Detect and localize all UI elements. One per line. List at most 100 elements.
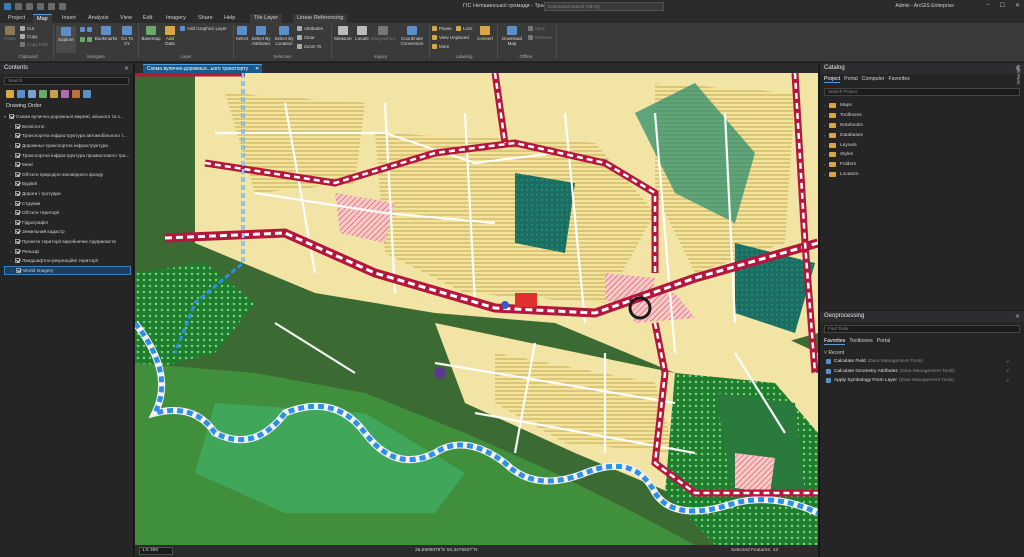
list-by-selection-icon[interactable] [28,90,36,98]
tab-toolboxes[interactable]: Toolboxes [849,338,872,345]
list-by-perspective-icon[interactable] [72,90,80,98]
tab-favorites[interactable]: Favorites [824,338,846,345]
pause-labeling-button[interactable]: Pause [432,26,452,32]
expand-chevron-icon[interactable]: › [10,210,14,215]
layer-visibility-checkbox[interactable] [15,239,20,245]
recent-tool[interactable]: Apply Symbology From Layer (Data Manageme… [820,376,1024,386]
close-button[interactable]: ✕ [1015,2,1020,9]
expand-chevron-icon[interactable]: › [10,124,14,129]
remove-button[interactable]: Remove [528,35,552,41]
expand-chevron-icon[interactable]: › [10,239,14,244]
add-graphics-layer-button[interactable]: Add Graphics Layer [180,26,227,32]
convert-labels-button[interactable]: Convert [476,26,494,41]
coordinate-conversion-button[interactable]: Coordinate Conversion [398,26,426,46]
tab-linear-referencing[interactable]: Linear Referencing [293,14,348,23]
tab-share[interactable]: Share [194,14,217,23]
basemap-button[interactable]: Basemap [141,26,161,41]
layer-visibility-checkbox[interactable] [15,200,20,206]
tab-project[interactable]: Project [4,14,29,23]
sync-button[interactable]: Sync [528,26,545,32]
tab-tile-layer[interactable]: Tile Layer [250,14,282,23]
layer-row[interactable]: ▾ Схема вулично-дорожньої мережі, міськог… [4,112,131,122]
catalog-item[interactable]: › Databases [820,130,1024,140]
favorite-star-icon[interactable]: ✓ [1006,378,1010,384]
expand-chevron-icon[interactable]: › [10,220,14,225]
list-by-source-icon[interactable] [17,90,25,98]
recent-tool[interactable]: Calculate Field (Data Management Tools) ✓ [820,357,1024,367]
tab-edit[interactable]: Edit [139,14,156,23]
layer-row[interactable]: › Будівлі [4,179,131,189]
select-by-location-button[interactable]: Select By Location [273,26,295,46]
catalog-item[interactable]: › Notebooks [820,121,1024,131]
map-canvas[interactable] [135,73,818,545]
list-by-drawing-order-icon[interactable] [6,90,14,98]
contents-search-input[interactable]: Search [4,77,129,85]
layer-row[interactable]: › Дорожньо-транспортна інфраструктура [4,141,131,151]
tab-computer[interactable]: Computer [862,76,885,83]
layer-row[interactable]: › Дороги і тротуари [4,189,131,199]
expand-chevron-icon[interactable]: › [10,249,14,254]
user-info[interactable]: Admin - ArcGIS Enterprise [895,3,954,9]
expand-chevron-icon[interactable]: › [10,172,14,177]
view-unplaced-button[interactable]: View Unplaced [432,35,469,41]
layer-row[interactable]: › Транспортна інфраструктура автомобільно… [4,131,131,141]
redo-icon[interactable] [59,3,66,10]
layer-row[interactable]: › Транспортна інфраструктура промислового… [4,150,131,160]
list-by-labeling-icon[interactable] [61,90,69,98]
layer-row[interactable]: › Об'єкти території [4,208,131,218]
expand-chevron-icon[interactable]: › [10,191,14,196]
list-by-editing-icon[interactable] [39,90,47,98]
edit-pane-tab[interactable]: Edit Pane [1014,63,1023,87]
close-icon[interactable]: ✕ [124,65,129,72]
zoom-tools[interactable] [80,27,94,33]
layer-visibility-checkbox[interactable] [15,133,20,139]
tab-imagery[interactable]: Imagery [162,14,190,23]
layer-row[interactable]: › Межі [4,160,131,170]
open-project-icon[interactable] [26,3,33,10]
maximize-button[interactable]: ☐ [1000,2,1005,9]
catalog-item[interactable]: › Layouts [820,140,1024,150]
explore-button[interactable]: Explore [56,26,76,53]
tab-insert[interactable]: Insert [58,14,80,23]
layer-visibility-checkbox[interactable] [15,191,20,197]
layer-visibility-checkbox[interactable] [15,162,20,168]
catalog-item[interactable]: › Maps [820,101,1024,111]
recent-tool[interactable]: Calculate Geometry Attributes (Data Manag… [820,367,1024,377]
layer-visibility-checkbox[interactable] [15,181,20,187]
go-to-xy-button[interactable]: Go To XY [119,26,135,46]
minimize-button[interactable]: – [986,2,989,9]
layer-visibility-checkbox[interactable] [15,210,20,216]
list-by-snapping-icon[interactable] [50,90,58,98]
layer-row[interactable]: › World Imagery [4,265,131,276]
catalog-item[interactable]: › Locators [820,170,1024,180]
command-search-input[interactable]: Command Search (Alt+Q) [544,2,664,11]
favorite-star-icon[interactable]: ✓ [1006,368,1010,374]
expand-chevron-icon[interactable]: › [10,201,14,206]
catalog-search-input[interactable]: Search Project [824,88,1020,96]
copy-button[interactable]: Copy [20,34,38,40]
locate-button[interactable]: Locate [354,26,370,41]
layer-row[interactable]: › Рельєф [4,246,131,256]
layer-row[interactable]: › Проекти території виробничих підприємст… [4,237,131,247]
clear-selection-button[interactable]: Clear [297,35,315,41]
cut-button[interactable]: Cut [20,26,34,32]
save-icon[interactable] [37,3,44,10]
expand-chevron-icon[interactable]: › [10,258,14,263]
paste-button[interactable]: Paste [3,26,17,41]
tab-map[interactable]: Map [33,14,52,23]
zoom-to-selection-button[interactable]: Zoom To [297,44,321,50]
map-tab[interactable]: Схема вулично-дорожньо...ього транспорту… [143,64,263,73]
attributes-button[interactable]: Attributes [297,26,323,32]
find-tools-input[interactable]: Find Tools [824,325,1020,333]
side-pane-strip[interactable]: Edit Pane [1014,63,1024,103]
layer-visibility-checkbox[interactable] [15,123,20,129]
layer-row[interactable]: › Об'єкти природно-заповідного фонду [4,170,131,180]
select-by-attributes-button[interactable]: Select By Attributes [250,26,272,46]
more-labeling-button[interactable]: More [432,44,449,50]
close-icon[interactable]: ✕ [255,66,259,72]
add-data-button[interactable]: Add Data [162,26,178,46]
layer-visibility-checkbox[interactable] [15,143,20,149]
tab-portal[interactable]: Portal [877,338,891,345]
new-project-icon[interactable] [15,3,22,10]
recent-heading[interactable]: ˅ Recent [820,347,1024,357]
